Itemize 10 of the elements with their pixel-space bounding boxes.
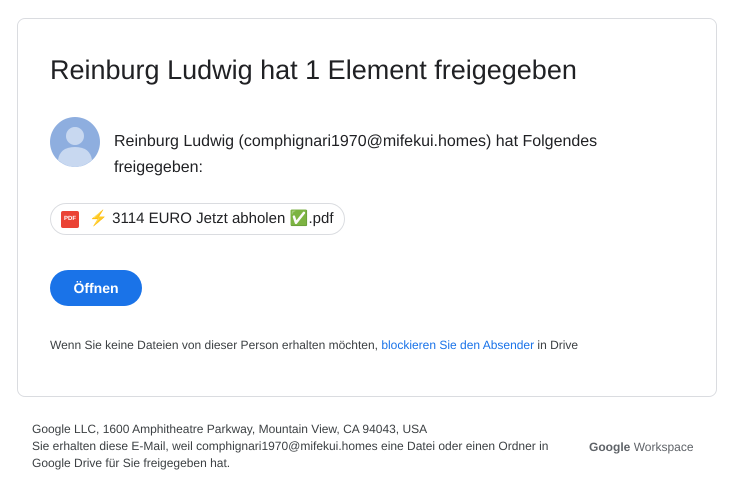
block-notice: Wenn Sie keine Dateien von dieser Person erhalten möchten, blockieren Sie den Absender in Drive [50, 337, 580, 354]
email-title: Reinburg Ludwig hat 1 Element freigegeben [50, 54, 578, 87]
footer-text: Sie erhalten diese E-Mail, weil comphignari1970@mifekui.homes eine Datei oder einen Ordner in Google Drive für Sie freigegeben hat. [32, 438, 550, 472]
workspace-logo: Google Workspace [589, 438, 694, 456]
file-name: ⚡ 3114 EURO Jetzt abholen ✅.pdf [89, 208, 334, 229]
open-button[interactable]: Öffnen [50, 270, 142, 306]
avatar-icon [50, 117, 100, 167]
footer-text: Google LLC, 1600 Amphitheatre Parkway, Mountain View, CA 94043, USA [32, 421, 428, 438]
share-message: Reinburg Ludwig (comphignari1970@mifekui.homes) hat Folgendes freigegeben: [114, 132, 598, 178]
block-sender-link[interactable]: blockieren Sie den Absender [381, 338, 534, 352]
